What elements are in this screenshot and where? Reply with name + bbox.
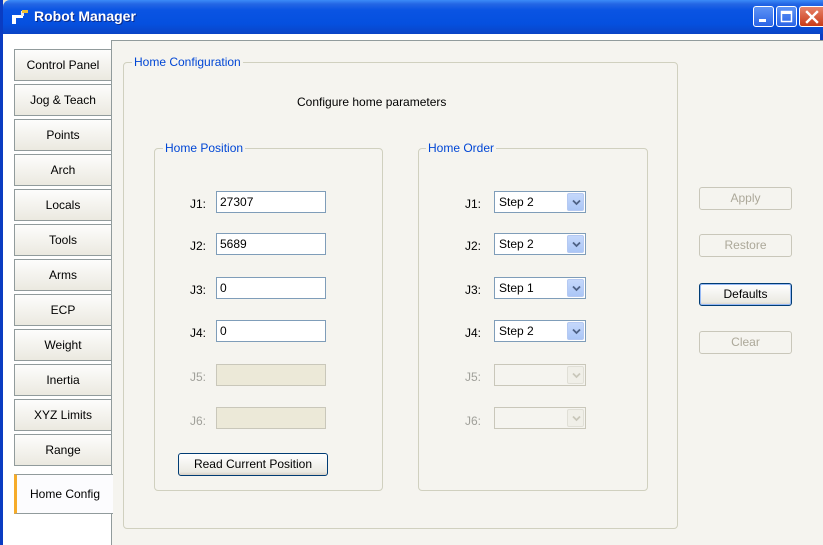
home-order-j4-dropdown[interactable] (567, 322, 584, 340)
chevron-down-icon (572, 285, 581, 292)
home-position-j4-input[interactable] (216, 320, 326, 342)
home-order-j5-label: J5: (465, 370, 482, 384)
read-current-position-button[interactable]: Read Current Position (178, 453, 328, 476)
tab-arms[interactable]: Arms (14, 259, 111, 291)
tab-home-config[interactable]: Home Config (14, 474, 113, 514)
tab-xyz-limits[interactable]: XYZ Limits (14, 399, 111, 431)
home-order-j6-label: J6: (465, 414, 482, 428)
apply-button[interactable]: Apply (699, 187, 792, 210)
robot-manager-icon (12, 10, 28, 24)
home-position-j4-label: J4: (190, 326, 207, 340)
home-order-j5-dropdown (567, 366, 584, 384)
home-order-j2-label: J2: (465, 239, 482, 253)
home-position-j3-label: J3: (190, 283, 207, 297)
home-config-panel: Home Configuration Configure home parame… (111, 40, 823, 545)
tab-tools[interactable]: Tools (14, 224, 111, 256)
home-order-j5-select (494, 364, 586, 386)
home-position-j6-label: J6: (190, 414, 207, 428)
restore-button[interactable]: Restore (699, 234, 792, 257)
home-order-j2-value: Step 2 (499, 237, 534, 251)
home-order-j3-select[interactable]: Step 1 (494, 277, 586, 299)
close-button[interactable] (799, 6, 823, 27)
window-title: Robot Manager (34, 8, 136, 24)
home-order-j2-select[interactable]: Step 2 (494, 233, 586, 255)
home-order-j1-dropdown[interactable] (567, 193, 584, 211)
home-configuration-title: Home Configuration (132, 55, 243, 69)
home-order-j1-label: J1: (465, 197, 482, 211)
home-position-j5-label: J5: (190, 370, 207, 384)
chevron-down-icon (572, 241, 581, 248)
tab-ecp[interactable]: ECP (14, 294, 111, 326)
home-position-j2-input[interactable] (216, 233, 326, 255)
tab-locals[interactable]: Locals (14, 189, 111, 221)
defaults-button[interactable]: Defaults (699, 283, 792, 306)
tab-control-panel[interactable]: Control Panel (14, 49, 111, 81)
tab-inertia[interactable]: Inertia (14, 364, 111, 396)
tab-arch[interactable]: Arch (14, 154, 111, 186)
close-icon (805, 10, 819, 24)
home-position-j5-input (216, 364, 326, 386)
chevron-down-icon (572, 328, 581, 335)
home-order-j1-value: Step 2 (499, 195, 534, 209)
home-order-j4-select[interactable]: Step 2 (494, 320, 586, 342)
description-text: Configure home parameters (297, 95, 447, 109)
chevron-down-icon (572, 199, 581, 206)
home-order-j4-label: J4: (465, 326, 482, 340)
home-position-j1-label: J1: (190, 197, 207, 211)
home-order-j6-select (494, 407, 586, 429)
chevron-down-icon (572, 372, 581, 379)
home-position-title: Home Position (163, 141, 246, 155)
home-order-j3-dropdown[interactable] (567, 279, 584, 297)
home-order-j4-value: Step 2 (499, 324, 534, 338)
minimize-button[interactable] (753, 6, 774, 27)
maximize-button[interactable] (776, 6, 797, 27)
home-position-j3-input[interactable] (216, 277, 326, 299)
home-order-j1-select[interactable]: Step 2 (494, 191, 586, 213)
tab-points[interactable]: Points (14, 119, 111, 151)
clear-button[interactable]: Clear (699, 331, 792, 354)
minimize-icon (759, 19, 766, 22)
tab-range[interactable]: Range (14, 434, 111, 466)
home-order-j6-dropdown (567, 409, 584, 427)
home-position-j1-input[interactable] (216, 191, 326, 213)
home-order-j3-label: J3: (465, 283, 482, 297)
chevron-down-icon (572, 415, 581, 422)
title-bar[interactable]: Robot Manager (3, 0, 823, 34)
home-order-j2-dropdown[interactable] (567, 235, 584, 253)
home-position-j2-label: J2: (190, 239, 207, 253)
home-position-j6-input (216, 407, 326, 429)
home-order-title: Home Order (426, 141, 497, 155)
maximize-icon (780, 10, 793, 23)
tab-jog-teach[interactable]: Jog & Teach (14, 84, 111, 116)
home-order-j3-value: Step 1 (499, 281, 534, 295)
tab-weight[interactable]: Weight (14, 329, 111, 361)
